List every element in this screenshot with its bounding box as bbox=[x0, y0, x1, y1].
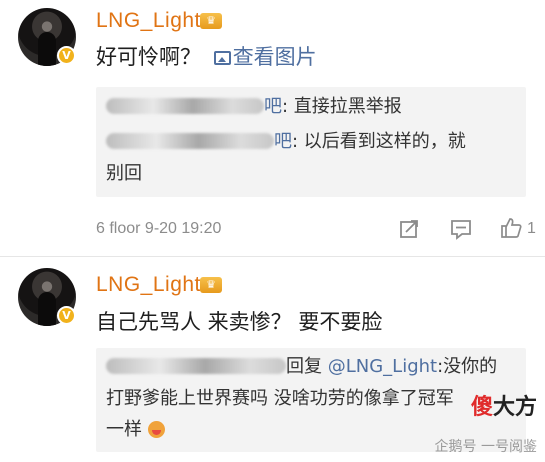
crown-member-icon: ♛ bbox=[200, 13, 222, 29]
thumbs-up-icon[interactable] bbox=[500, 217, 522, 239]
reply-item-continued: 一样 bbox=[106, 416, 165, 443]
reply-item-continued: 别回 bbox=[106, 160, 142, 187]
reply-text: :没你的 bbox=[437, 356, 498, 377]
reply-username-suffix: 吧 bbox=[274, 131, 292, 152]
reply-text: : 直接拉黑举报 bbox=[282, 96, 402, 117]
comment-icon[interactable] bbox=[450, 218, 472, 240]
watermark-source: 企鹅号 一号阅鉴 bbox=[434, 439, 537, 455]
comment-item: V LNG_Light ♛ 好可怜啊？ 查看图片 吧: 直接拉黑举报 吧: 以后… bbox=[0, 0, 545, 256]
reply-username-suffix: 吧 bbox=[264, 96, 282, 117]
verified-badge-icon: V bbox=[57, 306, 76, 325]
reply-box: 吧: 直接拉黑举报 吧: 以后看到这样的，就 别回 bbox=[96, 87, 526, 197]
username[interactable]: LNG_Light bbox=[96, 272, 201, 298]
blurred-username bbox=[106, 98, 264, 114]
watermark-black: 大方 bbox=[492, 395, 537, 420]
view-image-link[interactable]: 查看图片 bbox=[213, 45, 317, 69]
verified-badge-icon: V bbox=[57, 46, 76, 65]
share-icon[interactable] bbox=[398, 218, 420, 240]
username[interactable]: LNG_Light bbox=[96, 8, 201, 34]
view-image-label: 查看图片 bbox=[232, 45, 317, 69]
laughing-emoji-icon bbox=[147, 421, 165, 438]
reply-item[interactable]: 回复 @LNG_Light:没你的 bbox=[106, 353, 497, 380]
comment-body: 好可怜啊？ bbox=[96, 45, 201, 69]
comment-meta: 6 floor 9-20 19:20 bbox=[96, 220, 222, 237]
image-icon bbox=[213, 51, 231, 65]
reply-text-line2: 别回 bbox=[106, 163, 142, 184]
reply-word: 回复 bbox=[286, 356, 322, 377]
watermark: 傻大方 企鹅号 一号阅鉴 bbox=[367, 394, 537, 456]
blurred-username bbox=[106, 358, 286, 374]
watermark-red: 傻 bbox=[470, 395, 493, 420]
watermark-title: 傻大方 bbox=[471, 394, 537, 422]
like-count: 1 bbox=[527, 220, 536, 237]
comment-text: 自己先骂人 来卖惨？ 要不要脸 bbox=[96, 310, 383, 334]
reply-text: : 以后看到这样的，就 bbox=[292, 131, 466, 152]
mention-link[interactable]: @LNG_Light bbox=[328, 356, 437, 377]
comment-text: 好可怜啊？ 查看图片 bbox=[96, 43, 317, 71]
blurred-username bbox=[106, 133, 274, 149]
reply-text-line3: 一样 bbox=[106, 419, 142, 440]
crown-member-icon: ♛ bbox=[200, 277, 222, 293]
reply-item[interactable]: 吧: 直接拉黑举报 bbox=[106, 93, 402, 120]
reply-item[interactable]: 吧: 以后看到这样的，就 bbox=[106, 128, 466, 155]
